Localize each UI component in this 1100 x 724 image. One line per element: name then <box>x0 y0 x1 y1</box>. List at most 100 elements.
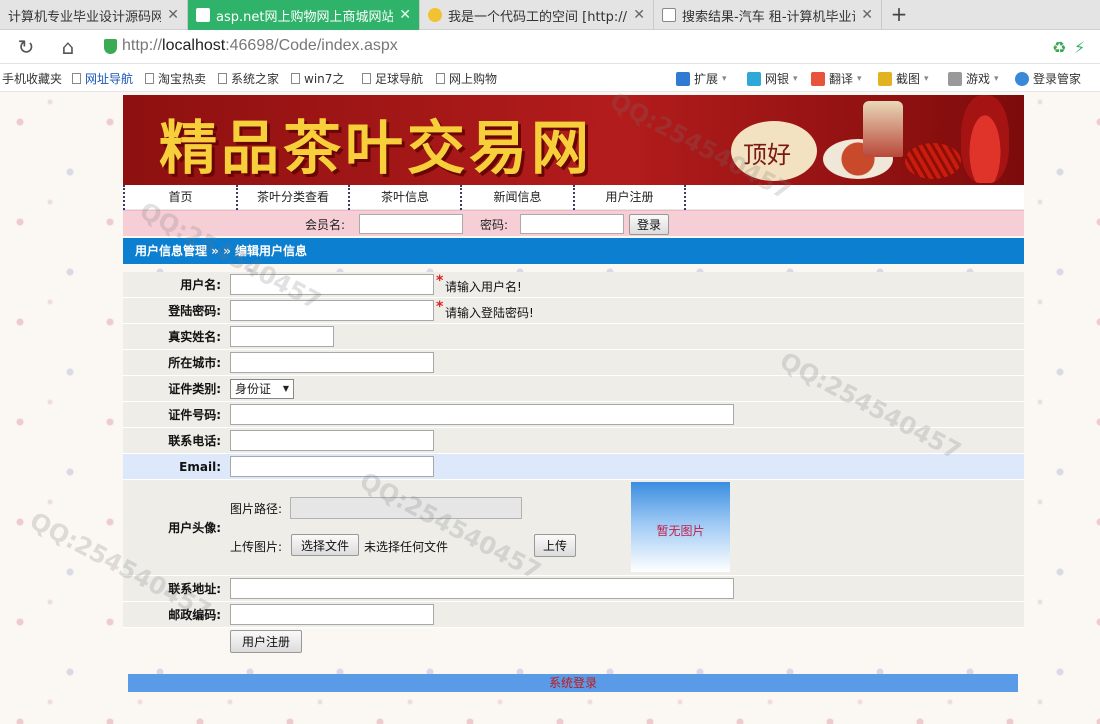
banner-badge-text: 顶好 <box>743 141 791 169</box>
nav-item-tea-info[interactable]: 茶叶信息 <box>348 185 460 210</box>
form-row-zip: 邮政编码: <box>123 602 1024 628</box>
nav-item-categories[interactable]: 茶叶分类查看 <box>236 185 348 210</box>
form-row-username: 用户名: * 请输入用户名! <box>123 272 1024 298</box>
username-input[interactable] <box>230 274 434 295</box>
toolbar-label: 翻译 <box>829 72 854 86</box>
page-icon <box>218 73 227 84</box>
star-favicon-icon <box>428 8 442 22</box>
chevron-down-icon: ▾ <box>994 73 999 84</box>
form-row-avatar: 用户头像: 图片路径: 上传图片: 选择文件 未选择任何文件 上传 暂无图片 <box>123 480 1024 576</box>
nav-item-register[interactable]: 用户注册 <box>573 185 684 210</box>
bookmark-item[interactable]: 手机收藏夹 <box>2 70 62 87</box>
bookmark-label: 网上购物 <box>449 72 498 86</box>
bank-icon <box>747 71 761 86</box>
site-banner: 精品茶叶交易网 顶好 <box>123 95 1024 185</box>
bookmark-item[interactable]: 足球导航 <box>362 70 423 87</box>
avatar-upload-label: 上传图片: <box>230 540 283 554</box>
email-label: Email: <box>179 460 221 474</box>
realname-input[interactable] <box>230 326 334 347</box>
page-icon <box>436 73 445 84</box>
choose-file-button[interactable]: 选择文件 <box>291 534 359 556</box>
upload-button[interactable]: 上传 <box>534 534 576 557</box>
games-button[interactable]: 游戏 ▾ <box>948 70 999 87</box>
nav-item-news[interactable]: 新闻信息 <box>460 185 573 210</box>
page-icon <box>362 73 371 84</box>
city-input[interactable] <box>230 352 434 373</box>
new-tab-icon[interactable]: + <box>888 4 910 26</box>
email-input[interactable] <box>230 456 434 477</box>
translate-button[interactable]: 翻译 ▾ <box>811 70 862 87</box>
bookmark-label: win7之 <box>304 72 345 86</box>
login-manager-button[interactable]: 登录管家 <box>1015 70 1081 87</box>
browser-tab[interactable]: 搜索结果-汽车 租-计算机毕业设 ✕ <box>654 0 882 30</box>
bookmark-item[interactable]: 网上购物 <box>436 70 497 87</box>
bookmark-item[interactable]: 淘宝热卖 <box>145 70 206 87</box>
idnum-input[interactable] <box>230 404 734 425</box>
avatar-label: 用户头像: <box>168 521 221 535</box>
login-password-label: 密码: <box>480 218 509 232</box>
idnum-label: 证件号码: <box>168 408 221 422</box>
address-input[interactable] <box>230 578 734 599</box>
extensions-icon <box>676 71 690 86</box>
scissors-icon <box>878 71 892 86</box>
close-icon[interactable]: ✕ <box>399 7 411 23</box>
close-icon[interactable]: ✕ <box>167 7 179 23</box>
no-file-text: 未选择任何文件 <box>364 540 449 554</box>
zip-label: 邮政编码: <box>168 608 221 622</box>
browser-tab-strip: 计算机专业毕业设计源码网 ✕ asp.net网上购物网上商城网站- ✕ 我是一个… <box>0 0 1100 30</box>
system-login-link[interactable]: 系统登录 <box>128 674 1018 692</box>
avatar-preview: 暂无图片 <box>631 482 730 572</box>
realname-label: 真实姓名: <box>168 330 221 344</box>
idtype-select[interactable]: 身份证 ▼ <box>230 379 294 399</box>
bookmark-item[interactable]: 系统之家 <box>218 70 279 87</box>
chevron-down-icon: ▾ <box>924 73 929 84</box>
bookmarks-bar: 手机收藏夹 网址导航 淘宝热卖 系统之家 win7之 足球导航 网上购物 扩展 ▾… <box>0 64 1100 92</box>
home-icon[interactable]: ⌂ <box>55 34 81 60</box>
member-name-label: 会员名: <box>305 218 346 232</box>
tab-title: 我是一个代码工的空间 [http://2 <box>448 9 628 25</box>
tab-title: asp.net网上购物网上商城网站- <box>216 9 394 25</box>
web-page: 精品茶叶交易网 顶好 首页 茶叶分类查看 茶叶信息 新闻信息 用户注册 会员名:… <box>0 92 1100 724</box>
form-row-idnum: 证件号码: <box>123 402 1024 428</box>
toolbar-label: 截图 <box>896 72 921 86</box>
toolbar-label: 扩展 <box>694 72 719 86</box>
key-icon <box>1015 71 1029 86</box>
required-marker: * <box>436 299 444 315</box>
chevron-down-icon: ▾ <box>793 73 798 84</box>
bookmark-item[interactable]: win7之 <box>291 70 344 87</box>
extensions-button[interactable]: 扩展 ▾ <box>676 70 727 87</box>
browser-tab-active[interactable]: asp.net网上购物网上商城网站- ✕ <box>188 0 420 30</box>
chevron-down-icon: ▾ <box>722 73 727 84</box>
login-button[interactable]: 登录 <box>629 214 669 235</box>
page-icon <box>145 73 154 84</box>
url-field[interactable]: http://localhost:46698/Code/index.aspx <box>122 37 398 55</box>
idtype-value: 身份证 <box>235 382 272 396</box>
page-container: 精品茶叶交易网 顶好 首页 茶叶分类查看 茶叶信息 新闻信息 用户注册 会员名:… <box>123 95 1024 692</box>
site-nav: 首页 茶叶分类查看 茶叶信息 新闻信息 用户注册 <box>123 185 1024 210</box>
section-title: 用户信息管理 » » 编辑用户信息 <box>123 238 1024 264</box>
member-name-input[interactable] <box>359 214 463 234</box>
nav-item-home[interactable]: 首页 <box>123 185 236 210</box>
phone-input[interactable] <box>230 430 434 451</box>
lightning-icon[interactable]: ⚡ <box>1074 38 1085 57</box>
banner-vase-image <box>961 95 1009 183</box>
bookmark-item[interactable]: 网址导航 <box>72 70 133 87</box>
bank-button[interactable]: 网银 ▾ <box>747 70 798 87</box>
register-submit-button[interactable]: 用户注册 <box>230 630 302 653</box>
browser-tab[interactable]: 计算机专业毕业设计源码网 ✕ <box>0 0 188 30</box>
bookmark-label: 网址导航 <box>85 72 134 86</box>
browser-tab[interactable]: 我是一个代码工的空间 [http://2 ✕ <box>420 0 654 30</box>
reload-icon[interactable]: ↻ <box>13 34 39 60</box>
close-icon[interactable]: ✕ <box>633 7 645 23</box>
recycle-icon[interactable]: ♻ <box>1052 38 1066 57</box>
login-password-input[interactable] <box>520 214 624 234</box>
close-icon[interactable]: ✕ <box>861 7 873 23</box>
password-input[interactable] <box>230 300 434 321</box>
gamepad-icon <box>948 71 962 86</box>
bookmark-label: 手机收藏夹 <box>2 72 63 86</box>
screenshot-button[interactable]: 截图 ▾ <box>878 70 929 87</box>
username-label: 用户名: <box>180 278 221 292</box>
url-path: :46698/Code/index.aspx <box>225 37 398 54</box>
nav-divider <box>684 185 686 210</box>
zip-input[interactable] <box>230 604 434 625</box>
